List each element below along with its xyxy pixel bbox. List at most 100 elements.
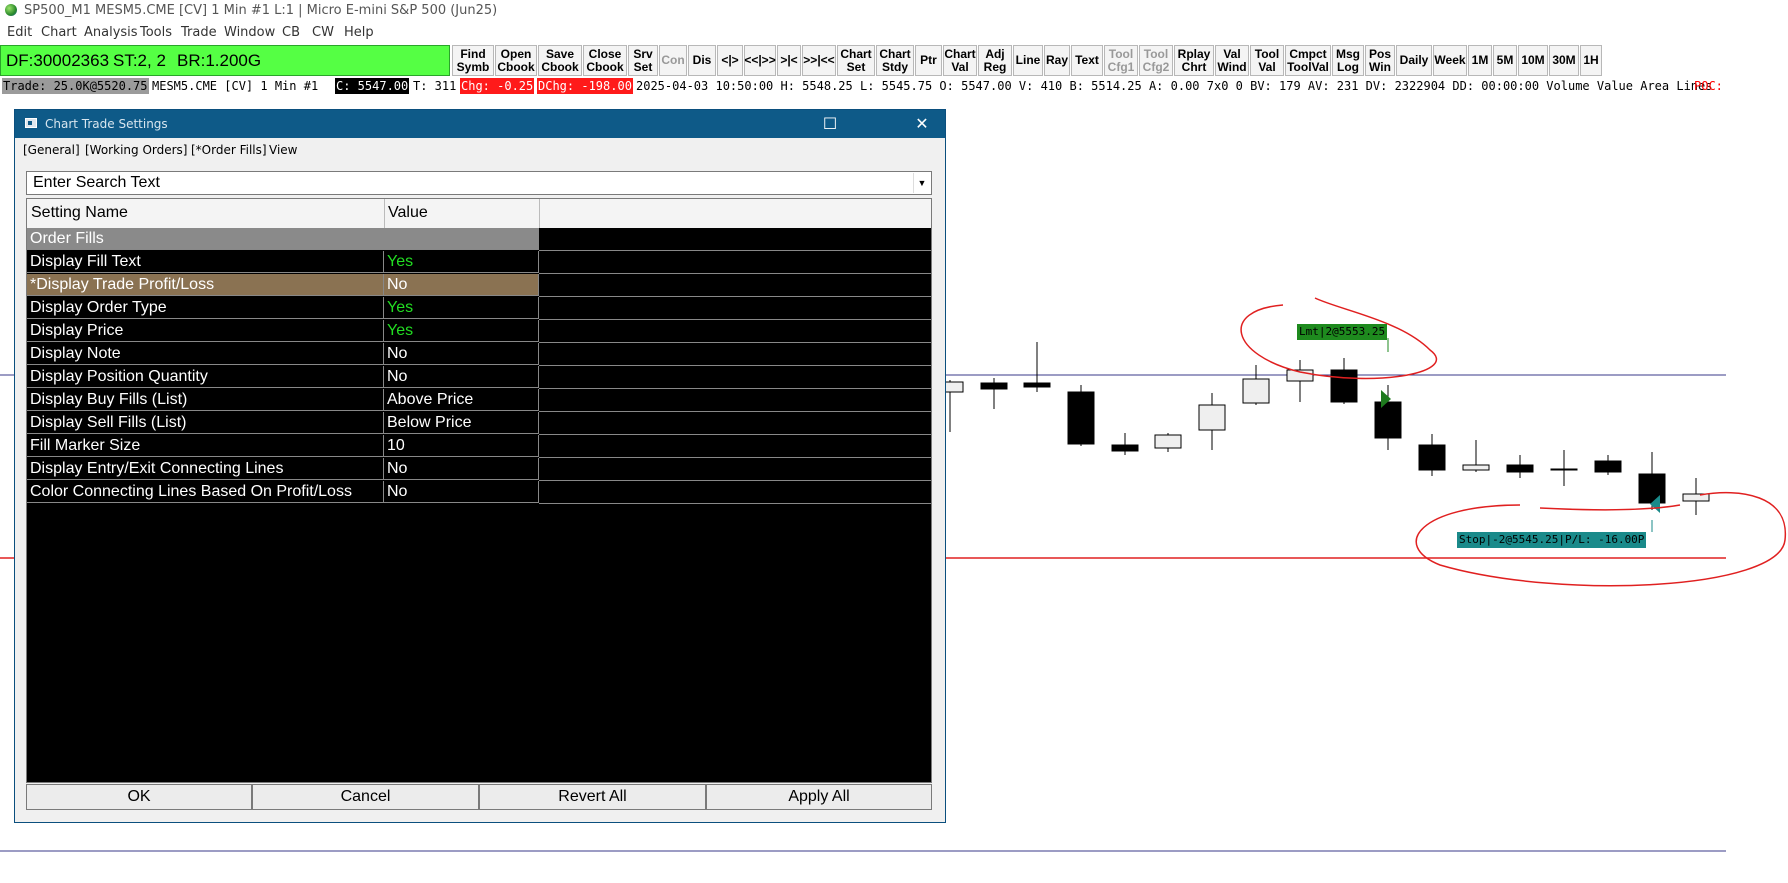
- toolbar-button-tool-cfg1[interactable]: Tool Cfg1: [1104, 45, 1138, 76]
- toolbar-button-10m[interactable]: 10M: [1518, 45, 1548, 76]
- toolbar-button-1m[interactable]: 1M: [1468, 45, 1492, 76]
- toolbar-button-week[interactable]: Week: [1433, 45, 1467, 76]
- toolbar-button-con[interactable]: Con: [659, 45, 687, 76]
- setting-value[interactable]: Below Price: [384, 412, 539, 434]
- menu-help[interactable]: Help: [344, 25, 374, 40]
- chart-trade-settings-dialog: Chart Trade Settings ☐ ✕ [General] [Work…: [14, 109, 946, 823]
- toolbar-button-[interactable]: <|>: [717, 45, 743, 76]
- toolbar-button-ptr[interactable]: Ptr: [915, 45, 942, 76]
- maximize-button[interactable]: ☐: [807, 110, 853, 138]
- toolbar-button-msg-log[interactable]: Msg Log: [1332, 45, 1364, 76]
- toolbar-button-tool-val[interactable]: Tool Val: [1250, 45, 1284, 76]
- limit-order-label[interactable]: Lmt|2@5553.25: [1297, 324, 1388, 340]
- column-value[interactable]: Value: [388, 204, 428, 222]
- row-filler: [539, 389, 931, 412]
- setting-value[interactable]: No: [384, 458, 539, 480]
- toolbar-button-adj-reg[interactable]: Adj Reg: [978, 45, 1012, 76]
- setting-name: Display Sell Fills (List): [27, 412, 384, 434]
- minimize-button[interactable]: [853, 110, 901, 138]
- setting-value[interactable]: Yes: [384, 297, 539, 319]
- column-setting-name[interactable]: Setting Name: [31, 204, 128, 222]
- setting-value[interactable]: 10: [384, 435, 539, 457]
- candle-body: [1550, 468, 1578, 471]
- toolbar-button-srv-set[interactable]: Srv Set: [628, 45, 658, 76]
- toolbar-button-daily[interactable]: Daily: [1396, 45, 1432, 76]
- toolbar-button-[interactable]: >>|<<: [802, 45, 836, 76]
- stop-order-label[interactable]: Stop|-2@5545.25|P/L: -16.00P: [1457, 532, 1647, 548]
- menu-trade[interactable]: Trade: [181, 25, 217, 40]
- toolbar-button-chart-set[interactable]: Chart Set: [837, 45, 875, 76]
- candle-body: [1506, 464, 1534, 473]
- toolbar-button-find-symb[interactable]: Find Symb: [452, 45, 494, 76]
- st-value: ST:2, 2: [113, 51, 166, 70]
- setting-value[interactable]: Above Price: [384, 389, 539, 411]
- dropdown-arrow-icon[interactable]: ▼: [913, 173, 930, 193]
- setting-row[interactable]: Display Order Type Yes: [27, 297, 931, 320]
- toolbar-button-dis[interactable]: Dis: [688, 45, 716, 76]
- status-close: C: 5547.00: [335, 78, 410, 94]
- toolbar-button-line[interactable]: Line: [1013, 45, 1043, 76]
- toolbar-button-1h[interactable]: 1H: [1580, 45, 1602, 76]
- toolbar-button-cmpct-toolval[interactable]: Cmpct ToolVal: [1285, 45, 1331, 76]
- apply-all-button[interactable]: Apply All: [706, 784, 932, 810]
- menu-cw[interactable]: CW: [312, 25, 334, 40]
- setting-row[interactable]: Display Sell Fills (List) Below Price: [27, 412, 931, 435]
- candle-body: [1023, 382, 1051, 388]
- toolbar-button-val-wind[interactable]: Val Wind: [1215, 45, 1249, 76]
- tab-order-fills[interactable]: [*Order Fills]: [191, 143, 267, 157]
- menu-analysis[interactable]: Analysis: [84, 25, 138, 40]
- menu-cb[interactable]: CB: [282, 25, 300, 40]
- toolbar-button-ray[interactable]: Ray: [1044, 45, 1070, 76]
- toolbar-button-5m[interactable]: 5M: [1493, 45, 1517, 76]
- tab-working-orders[interactable]: [Working Orders]: [85, 143, 187, 157]
- revert-all-button[interactable]: Revert All: [479, 784, 706, 810]
- toolbar-button-save-cbook[interactable]: Save Cbook: [538, 45, 582, 76]
- setting-row[interactable]: Color Connecting Lines Based On Profit/L…: [27, 481, 931, 504]
- close-button[interactable]: ✕: [899, 110, 945, 138]
- tab-general[interactable]: [General]: [23, 143, 80, 157]
- toolbar-button-chart-stdy[interactable]: Chart Stdy: [876, 45, 914, 76]
- toolbar-button-chart-val[interactable]: Chart Val: [943, 45, 977, 76]
- tab-view[interactable]: View: [269, 143, 297, 157]
- setting-value[interactable]: Yes: [384, 320, 539, 342]
- setting-value[interactable]: Yes: [384, 251, 539, 273]
- setting-row[interactable]: Display Note No: [27, 343, 931, 366]
- menu-window[interactable]: Window: [224, 25, 275, 40]
- setting-value[interactable]: No: [384, 343, 539, 365]
- chart-status-line: Trade: 25.0K@5520.75 MESM5.CME [CV] 1 Mi…: [0, 78, 1788, 94]
- menu-edit[interactable]: Edit: [7, 25, 32, 40]
- cancel-button[interactable]: Cancel: [252, 784, 479, 810]
- toolbar-button-[interactable]: >|<: [777, 45, 801, 76]
- setting-value[interactable]: No: [384, 481, 539, 503]
- setting-row[interactable]: *Display Trade Profit/Loss No: [27, 274, 931, 297]
- toolbar-button-close-cbook[interactable]: Close Cbook: [583, 45, 627, 76]
- candle-body: [1111, 444, 1139, 452]
- setting-name: Display Order Type: [27, 297, 384, 319]
- row-filler: [539, 274, 931, 297]
- toolbar-button-pos-win[interactable]: Pos Win: [1365, 45, 1395, 76]
- group-order-fills[interactable]: Order Fills: [27, 228, 931, 251]
- column-separator: [539, 199, 540, 228]
- window-title: SP500_M1 MESM5.CME [CV] 1 Min #1 L:1 | M…: [24, 3, 498, 18]
- menu-tools[interactable]: Tools: [140, 25, 172, 40]
- setting-row[interactable]: Display Buy Fills (List) Above Price: [27, 389, 931, 412]
- search-input[interactable]: Enter Search Text ▼: [26, 171, 932, 195]
- ok-button[interactable]: OK: [26, 784, 252, 810]
- toolbar-button-30m[interactable]: 30M: [1549, 45, 1579, 76]
- setting-row[interactable]: Fill Marker Size 10: [27, 435, 931, 458]
- dialog-title-bar[interactable]: Chart Trade Settings ☐ ✕: [15, 110, 945, 138]
- toolbar-button-rplay-chrt[interactable]: Rplay Chrt: [1174, 45, 1214, 76]
- setting-name: Display Note: [27, 343, 384, 365]
- toolbar-button-open-cbook[interactable]: Open Cbook: [495, 45, 537, 76]
- candle-body: [1682, 493, 1710, 502]
- setting-row[interactable]: Display Position Quantity No: [27, 366, 931, 389]
- setting-value[interactable]: No: [384, 274, 539, 296]
- setting-row[interactable]: Display Fill Text Yes: [27, 251, 931, 274]
- toolbar-button-[interactable]: <<|>>: [744, 45, 776, 76]
- menu-chart[interactable]: Chart: [41, 25, 77, 40]
- setting-value[interactable]: No: [384, 366, 539, 388]
- toolbar-button-tool-cfg2[interactable]: Tool Cfg2: [1139, 45, 1173, 76]
- setting-row[interactable]: Display Price Yes: [27, 320, 931, 343]
- setting-row[interactable]: Display Entry/Exit Connecting Lines No: [27, 458, 931, 481]
- toolbar-button-text[interactable]: Text: [1071, 45, 1103, 76]
